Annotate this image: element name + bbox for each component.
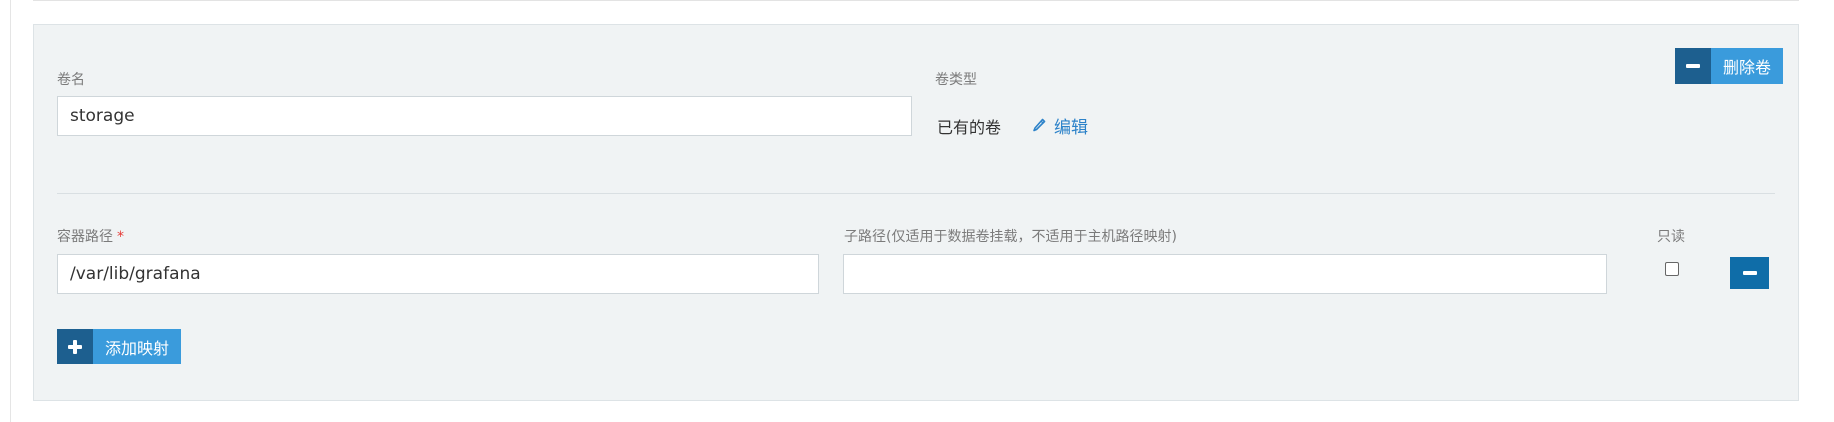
remove-mapping-button[interactable]	[1730, 257, 1769, 289]
top-divider	[33, 0, 1799, 1]
readonly-checkbox[interactable]	[1665, 262, 1679, 276]
subpath-input[interactable]	[843, 254, 1607, 294]
volume-name-label: 卷名	[57, 72, 85, 88]
edit-volume-label: 编辑	[1054, 118, 1088, 138]
container-path-label: 容器路径 *	[57, 229, 124, 245]
minus-icon	[1675, 48, 1711, 84]
required-mark: *	[117, 229, 124, 245]
edit-volume-link[interactable]: 编辑	[1032, 113, 1088, 138]
minus-icon	[1742, 271, 1757, 275]
section-divider	[57, 193, 1775, 194]
delete-volume-button[interactable]: 删除卷	[1675, 48, 1784, 84]
volume-name-input[interactable]	[57, 96, 912, 136]
volume-panel	[33, 24, 1799, 401]
volume-type-label: 卷类型	[935, 72, 977, 88]
pencil-icon	[1032, 118, 1046, 134]
subpath-label: 子路径(仅适用于数据卷挂载，不适用于主机路径映射)	[844, 229, 1177, 245]
add-mapping-label: 添加映射	[93, 329, 182, 364]
readonly-label: 只读	[1657, 229, 1685, 245]
volume-type-value: 已有的卷	[937, 118, 1002, 137]
plus-icon	[57, 329, 93, 364]
delete-volume-label: 删除卷	[1711, 48, 1784, 84]
add-mapping-button[interactable]: 添加映射	[57, 329, 182, 364]
container-path-input[interactable]	[57, 254, 819, 294]
